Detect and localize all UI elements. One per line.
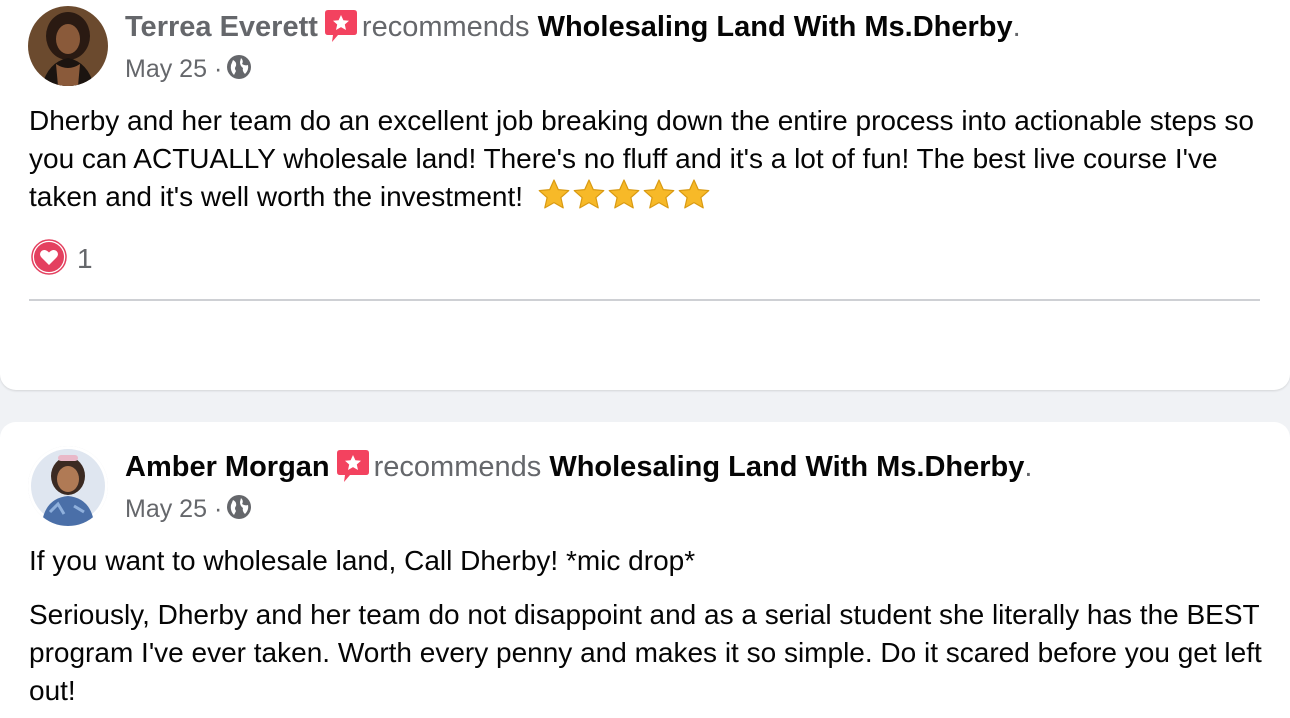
reaction-count: 1 xyxy=(77,243,93,274)
author-name[interactable]: Terrea Everett xyxy=(125,11,318,43)
post-date[interactable]: May 25 xyxy=(125,55,207,83)
review-card: Amber Morgan recommends Wholesaling Land … xyxy=(0,422,1290,718)
recommends-verb: recommends xyxy=(361,11,530,43)
author-name[interactable]: Amber Morgan xyxy=(125,451,330,483)
review-card: Terrea Everett recommends Wholesaling Lan… xyxy=(0,0,1290,390)
globe-icon xyxy=(226,494,252,520)
header-period: . xyxy=(1024,451,1033,483)
post-meta: May 25 · xyxy=(125,494,252,524)
meta-separator: · xyxy=(213,55,223,83)
love-reaction-icon xyxy=(31,238,67,280)
star-icon xyxy=(678,179,710,209)
reaction-summary[interactable]: 1 xyxy=(31,238,93,280)
avatar[interactable] xyxy=(28,6,108,86)
star-rating xyxy=(537,178,712,222)
star-icon xyxy=(643,179,675,209)
post-meta: May 25 · xyxy=(125,54,252,84)
divider xyxy=(29,299,1260,301)
recommends-verb: recommends xyxy=(373,451,542,483)
star-icon xyxy=(573,179,605,209)
review-paragraph: If you want to wholesale land, Call Dher… xyxy=(29,545,696,576)
review-header: Amber Morgan recommends Wholesaling Land … xyxy=(125,448,1032,485)
recommend-icon xyxy=(324,8,358,44)
star-icon xyxy=(538,179,570,209)
header-period: . xyxy=(1012,11,1021,43)
star-icon xyxy=(608,179,640,209)
page-link[interactable]: Wholesaling Land With Ms.Dherby xyxy=(538,11,1013,43)
meta-separator: · xyxy=(213,495,223,523)
recommend-icon xyxy=(336,448,370,484)
review-header: Terrea Everett recommends Wholesaling Lan… xyxy=(125,8,1021,45)
avatar[interactable] xyxy=(28,446,108,526)
review-paragraph: Seriously, Dherby and her team do not di… xyxy=(29,599,1262,706)
review-text: Dherby and her team do an excellent job … xyxy=(29,102,1269,222)
globe-icon xyxy=(226,54,252,80)
page-link[interactable]: Wholesaling Land With Ms.Dherby xyxy=(549,451,1024,483)
post-date[interactable]: May 25 xyxy=(125,495,207,523)
